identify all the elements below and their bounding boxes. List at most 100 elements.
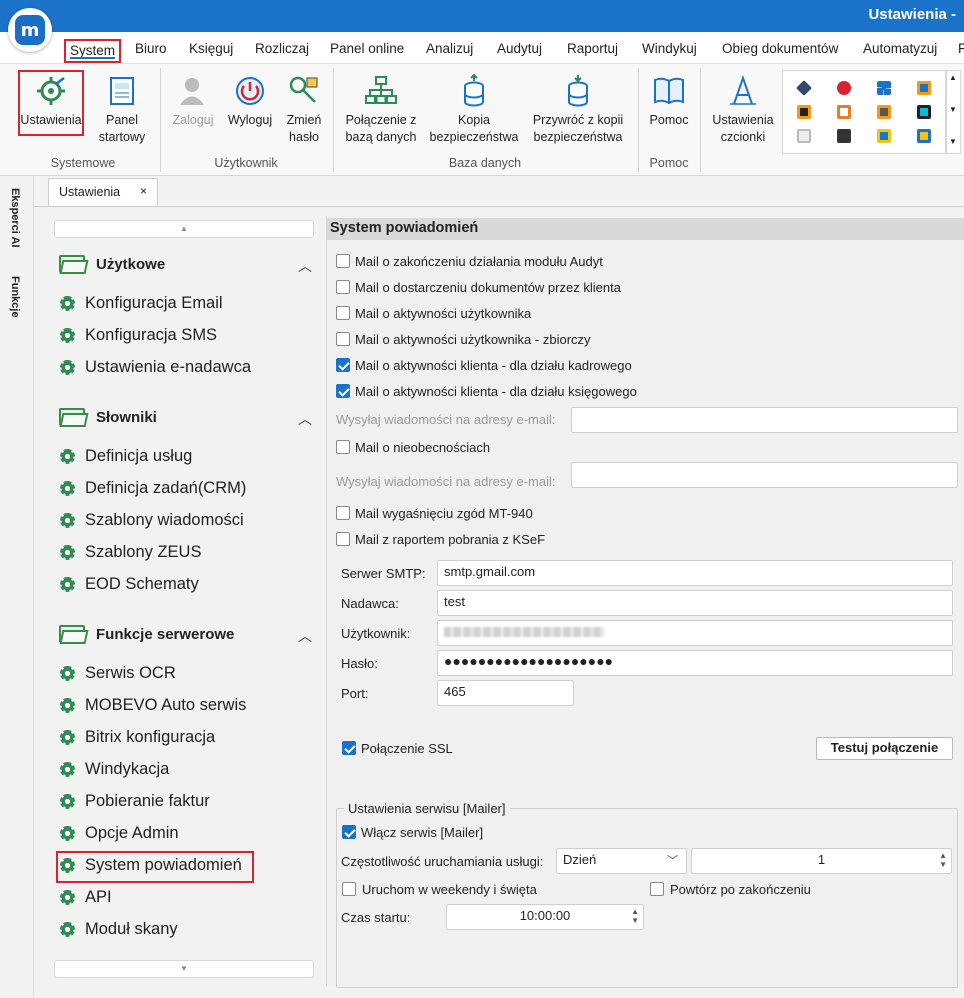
menu-obieg-dokumentow[interactable]: Obieg dokumentów: [722, 41, 838, 56]
window-title: Ustawienia -: [868, 6, 956, 23]
gallery-scroll[interactable]: ▲ ▼ ▼: [946, 70, 961, 154]
smtp-server-input[interactable]: smtp.gmail.com: [437, 560, 953, 586]
document-tab-bar: [34, 176, 964, 206]
czcionki-button[interactable]: Ustawienia czcionki: [706, 74, 780, 146]
checkbox-mt940[interactable]: [336, 506, 350, 520]
app-icon[interactable]: [796, 80, 812, 96]
checkbox-repeat[interactable]: [650, 882, 664, 896]
nav-item-api[interactable]: API: [60, 888, 112, 907]
nav-item-bitrix[interactable]: Bitrix konfiguracja: [60, 728, 215, 747]
nav-group-uzytkowe[interactable]: Użytkowe: [58, 253, 165, 275]
menu-ksieguj[interactable]: Księguj: [189, 41, 233, 56]
app-icon[interactable]: [797, 105, 811, 119]
menu-more[interactable]: F: [958, 41, 964, 56]
nav-item-mobevo-auto-serwis[interactable]: MOBEVO Auto serwis: [60, 696, 246, 715]
app-logo[interactable]: m: [8, 8, 52, 52]
nav-item-konfiguracja-email[interactable]: Konfiguracja Email: [60, 294, 223, 313]
nav-item-ustawienia-e-nadawca[interactable]: Ustawienia e-nadawca: [60, 358, 251, 377]
polaczenie-button[interactable]: Połączenie z bazą danych: [340, 74, 422, 146]
sender-input[interactable]: test: [437, 590, 953, 616]
nav-item-szablony-zeus[interactable]: Szablony ZEUS: [60, 543, 201, 562]
app-icon[interactable]: [837, 129, 851, 143]
app-icon[interactable]: [917, 129, 931, 143]
close-icon[interactable]: ×: [140, 184, 147, 198]
start-time-input[interactable]: 10:00:00 ▲ ▼: [446, 904, 644, 930]
app-icon[interactable]: [797, 129, 811, 143]
tab-label: Ustawienia: [59, 185, 121, 199]
expand-icon[interactable]: ▼: [949, 137, 957, 146]
app-icon[interactable]: [877, 105, 891, 119]
przywroc-button[interactable]: Przywróć z kopii bezpieczeństwa: [528, 74, 628, 146]
menu-system[interactable]: System: [64, 39, 122, 63]
checkbox-enable-service[interactable]: [342, 825, 356, 839]
user-input[interactable]: [437, 620, 953, 646]
frequency-unit-select[interactable]: Dzień ﹀: [556, 848, 687, 874]
nav-item-serwis-ocr[interactable]: Serwis OCR: [60, 664, 176, 683]
app-icon[interactable]: [877, 81, 891, 95]
frequency-value-stepper[interactable]: 1 ▲ ▼: [691, 848, 952, 874]
enable-service-label: Włącz serwis [Mailer]: [361, 825, 484, 840]
chevron-up-icon[interactable]: ︿: [298, 626, 312, 646]
menu-raportuj[interactable]: Raportuj: [567, 41, 618, 56]
chevron-up-icon[interactable]: ▲: [949, 73, 957, 82]
password-input[interactable]: ●●●●●●●●●●●●●●●●●●●●: [437, 650, 953, 676]
spinner-arrows-icon[interactable]: ▲ ▼: [631, 907, 639, 925]
nav-item-definicja-uslug[interactable]: Definicja usług: [60, 447, 192, 466]
checkbox-ksef[interactable]: [336, 532, 350, 546]
nav-item-modul-skany[interactable]: Moduł skany: [60, 920, 178, 939]
nav-item-eod-schematy[interactable]: EOD Schematy: [60, 575, 199, 594]
spinner-arrows-icon[interactable]: ▲ ▼: [939, 851, 947, 869]
tab-ustawienia[interactable]: Ustawienia ×: [48, 178, 158, 206]
menu-rozliczaj[interactable]: Rozliczaj: [255, 41, 309, 56]
checkbox-aktywnosc-zbiorczy[interactable]: [336, 332, 350, 346]
side-tab-funkcje[interactable]: Funkcje: [9, 276, 21, 318]
panel-startowy-button[interactable]: Panel startowy: [94, 74, 150, 146]
side-tab-ai[interactable]: Eksperci AI: [9, 188, 21, 248]
test-connection-button[interactable]: Testuj połączenie: [816, 737, 953, 760]
checkbox-audyt[interactable]: [336, 254, 350, 268]
menu-biuro[interactable]: Biuro: [135, 41, 167, 56]
app-icon[interactable]: [917, 81, 931, 95]
wyloguj-button[interactable]: Wyloguj: [222, 74, 278, 129]
nav-scroll-up[interactable]: ▲: [54, 220, 314, 238]
app-icon[interactable]: [877, 129, 891, 143]
chevron-down-icon[interactable]: ▼: [949, 105, 957, 114]
nav-item-konfiguracja-sms[interactable]: Konfiguracja SMS: [60, 326, 217, 345]
kopia-button[interactable]: Kopia bezpieczeństwa: [426, 74, 522, 146]
zaloguj-button[interactable]: Zaloguj: [166, 74, 220, 129]
ustawienia-button[interactable]: Ustawienia: [18, 74, 84, 129]
nav-item-system-powiadomien[interactable]: System powiadomień: [60, 856, 242, 875]
nav-item-windykacja[interactable]: Windykacja: [60, 760, 169, 779]
email-input-2[interactable]: [571, 462, 958, 488]
pomoc-button[interactable]: Pomoc: [644, 74, 694, 129]
checkbox-weekend[interactable]: [342, 882, 356, 896]
nav-group-slowniki[interactable]: Słowniki: [58, 406, 157, 428]
app-icon[interactable]: [917, 105, 931, 119]
checkbox-klient-kadrowy[interactable]: [336, 358, 350, 372]
chevron-up-icon[interactable]: ︿: [298, 256, 312, 276]
checkbox-ssl[interactable]: [342, 741, 356, 755]
menu-windykuj[interactable]: Windykuj: [642, 41, 697, 56]
checkbox-aktywnosc-uzytkownika[interactable]: [336, 306, 350, 320]
dashboard-icon: [110, 77, 134, 105]
app-icon[interactable]: [837, 81, 851, 95]
nav-item-szablony-wiadomosci[interactable]: Szablony wiadomości: [60, 511, 244, 530]
app-icon[interactable]: [837, 105, 851, 119]
menu-analizuj[interactable]: Analizuj: [426, 41, 473, 56]
zmien-haslo-button[interactable]: Zmień hasło: [282, 74, 326, 146]
checkbox-dostarczenie[interactable]: [336, 280, 350, 294]
nav-item-pobieranie-faktur[interactable]: Pobieranie faktur: [60, 792, 210, 811]
checkbox-nieobecnosci[interactable]: [336, 440, 350, 454]
nav-item-opcje-admin[interactable]: Opcje Admin: [60, 824, 179, 843]
checkbox-label: Mail z raportem pobrania z KSeF: [355, 532, 546, 547]
menu-automatyzuj[interactable]: Automatyzuj: [863, 41, 937, 56]
nav-group-funkcje-serwerowe[interactable]: Funkcje serwerowe: [58, 623, 234, 645]
chevron-up-icon[interactable]: ︿: [298, 409, 312, 429]
nav-scroll-down[interactable]: ▼: [54, 960, 314, 978]
port-input[interactable]: 465: [437, 680, 574, 706]
nav-item-definicja-zadan[interactable]: Definicja zadań(CRM): [60, 479, 246, 498]
menu-panel-online[interactable]: Panel online: [330, 41, 404, 56]
checkbox-klient-ksiegowy[interactable]: [336, 384, 350, 398]
email-input-1[interactable]: [571, 407, 958, 433]
menu-audytuj[interactable]: Audytuj: [497, 41, 542, 56]
